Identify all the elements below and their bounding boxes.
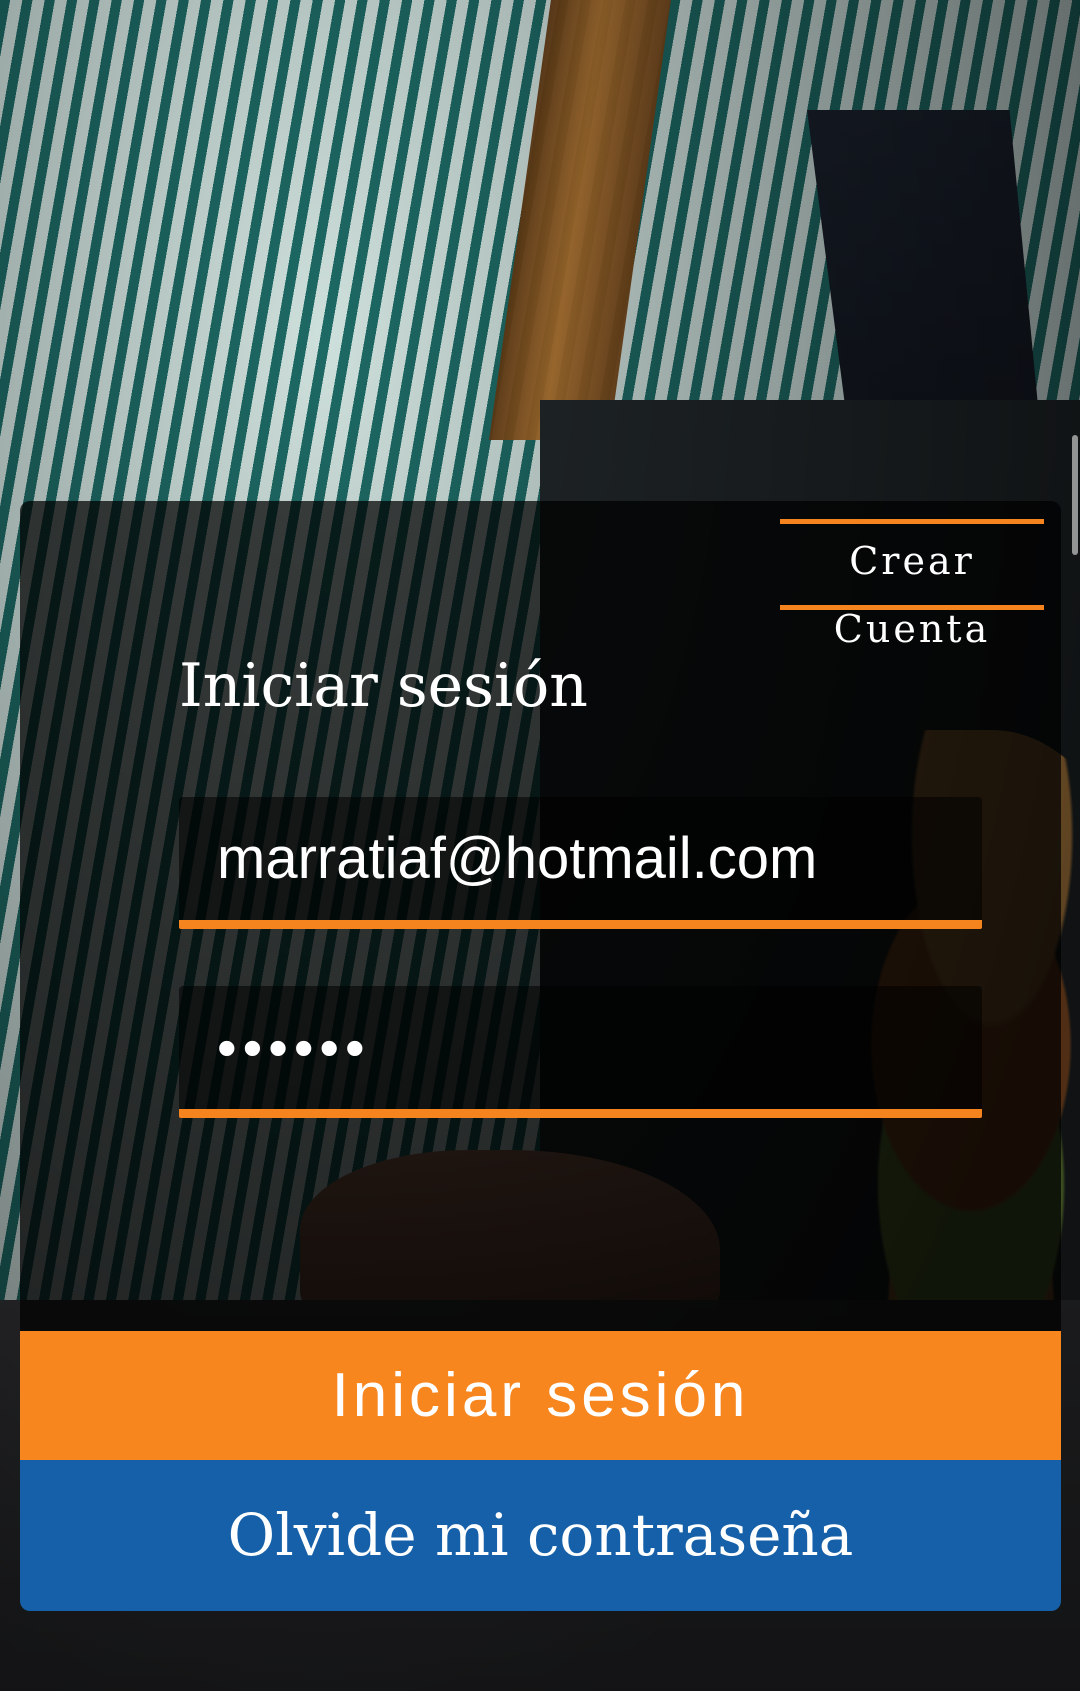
page-title: Iniciar sesión	[179, 651, 588, 721]
email-field-container	[179, 797, 982, 929]
login-screen: Crear Cuenta Iniciar sesión Iniciar sesi…	[0, 0, 1080, 1691]
email-field[interactable]	[179, 797, 982, 920]
password-field[interactable]	[179, 986, 982, 1109]
create-account-link[interactable]: Crear Cuenta	[780, 519, 1044, 651]
password-field-container	[179, 986, 982, 1118]
create-account-label-line2: Cuenta	[833, 607, 991, 651]
create-account-top-line	[780, 519, 1044, 524]
login-card: Crear Cuenta Iniciar sesión Iniciar sesi…	[20, 501, 1061, 1611]
create-account-label-line1: Crear	[849, 539, 975, 583]
forgot-password-button[interactable]: Olvide mi contraseña	[20, 1460, 1061, 1611]
login-button[interactable]: Iniciar sesión	[20, 1331, 1061, 1460]
scrollbar[interactable]	[1072, 435, 1078, 555]
